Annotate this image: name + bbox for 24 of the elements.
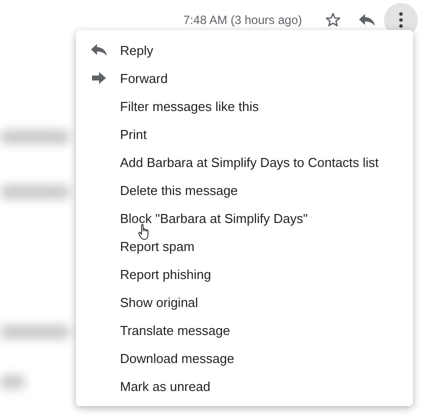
menu-item[interactable]: Reply bbox=[76, 36, 413, 64]
reply-arrow-icon bbox=[91, 44, 107, 56]
menu-item[interactable]: Block "Barbara at Simplify Days" bbox=[76, 204, 413, 232]
forward-arrow-icon bbox=[92, 72, 106, 84]
menu-item[interactable]: Mark as unread bbox=[76, 372, 413, 400]
blurred-text bbox=[0, 130, 70, 144]
menu-item[interactable]: Delete this message bbox=[76, 176, 413, 204]
reply-arrow-icon bbox=[359, 14, 375, 26]
message-time: 7:48 AM (3 hours ago) bbox=[183, 13, 302, 27]
blurred-text bbox=[0, 375, 25, 389]
star-icon bbox=[325, 12, 341, 28]
blurred-text bbox=[0, 325, 70, 339]
menu-item[interactable]: Print bbox=[76, 120, 413, 148]
hand-cursor-icon bbox=[137, 224, 150, 240]
vertical-dots-icon bbox=[399, 12, 403, 28]
menu-item[interactable]: Translate message bbox=[76, 316, 413, 344]
menu-item[interactable]: Show original bbox=[76, 288, 413, 316]
menu-item[interactable]: Report phishing bbox=[76, 260, 413, 288]
blurred-text bbox=[0, 185, 70, 199]
menu-item[interactable]: Add Barbara at Simplify Days to Contacts list bbox=[76, 148, 413, 176]
menu-item[interactable]: Filter messages like this bbox=[76, 92, 413, 120]
menu-item[interactable]: Report spam bbox=[76, 232, 413, 260]
menu-item[interactable]: Forward bbox=[76, 64, 413, 92]
menu-item[interactable]: Download message bbox=[76, 344, 413, 372]
